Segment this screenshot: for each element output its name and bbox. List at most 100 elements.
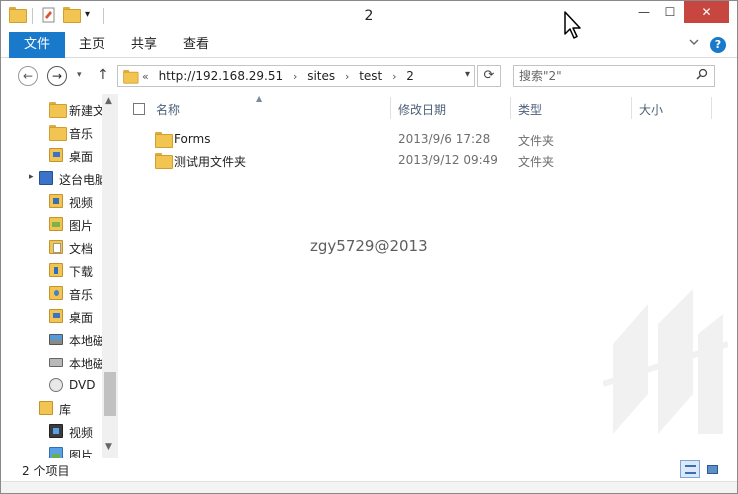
folder-icon: [49, 102, 67, 119]
up-arrow-icon[interactable]: ↑: [97, 67, 109, 83]
sidebar-item[interactable]: ▸ 这台电脑: [1, 167, 107, 190]
file-name: Forms: [174, 132, 211, 146]
table-row[interactable]: Forms 2013/9/6 17:28 文件夹: [118, 129, 737, 149]
sidebar-item[interactable]: 本地磁: [1, 328, 106, 351]
breadcrumb-test[interactable]: test: [359, 69, 382, 83]
file-type: 文件夹: [518, 134, 555, 148]
pic-icon: [49, 217, 63, 234]
details-view-icon: [685, 465, 696, 474]
search-input[interactable]: [519, 68, 689, 84]
sidebar-item-label: DVD: [69, 378, 96, 392]
sidebar-item-label: 桌面: [69, 311, 94, 325]
breadcrumb-host[interactable]: http://192.168.29.51: [159, 69, 284, 83]
minimize-button[interactable]: —: [631, 1, 657, 23]
sidebar-item[interactable]: 图片: [1, 213, 102, 236]
vid2-icon: [49, 424, 63, 441]
sidebar-item[interactable]: 库: [1, 397, 102, 420]
sidebar-item[interactable]: 视频: [1, 190, 102, 213]
navigation-bar: ← → ▾ ↑ « http://192.168.29.51 › sites ›…: [1, 58, 737, 94]
sidebar-item-label: 本地磁: [69, 334, 106, 348]
back-button[interactable]: ←: [18, 66, 38, 86]
status-bar: 2 个项目: [1, 458, 737, 481]
help-icon[interactable]: ?: [710, 37, 726, 53]
sidebar-item-label: 音乐: [69, 288, 94, 302]
sidebar-item-label: 文档: [69, 242, 94, 256]
large-icons-view-button[interactable]: [702, 460, 722, 478]
sidebar-item-label: 新建文: [69, 104, 106, 118]
column-type[interactable]: 类型: [518, 101, 542, 118]
search-box[interactable]: [513, 65, 715, 87]
drive-w-icon: [49, 332, 63, 348]
select-all-checkbox[interactable]: [133, 103, 145, 115]
breadcrumb-sites[interactable]: sites: [307, 69, 335, 83]
scroll-down-icon[interactable]: ▼: [105, 442, 112, 452]
pic2-icon: [49, 447, 63, 458]
close-button[interactable]: ✕: [684, 1, 729, 23]
tab-file[interactable]: 文件: [9, 32, 65, 58]
pc-icon: [39, 171, 53, 188]
maximize-button[interactable]: ☐: [657, 1, 683, 23]
scroll-thumb[interactable]: [104, 372, 116, 416]
chevron-down-icon[interactable]: [688, 36, 700, 51]
column-header: ▲ 名称 修改日期 类型 大小: [118, 94, 737, 122]
tab-view[interactable]: 查看: [173, 32, 219, 58]
breadcrumb-separator[interactable]: ›: [345, 70, 349, 83]
file-type: 文件夹: [518, 155, 555, 169]
sidebar-item[interactable]: DVD: [1, 374, 102, 397]
large-icons-view-icon: [707, 465, 718, 474]
breadcrumb-separator[interactable]: ›: [293, 70, 297, 83]
sidebar-item-label: 桌面: [69, 150, 94, 164]
sidebar-item[interactable]: 桌面: [1, 305, 102, 328]
table-row[interactable]: 测试用文件夹 2013/9/12 09:49 文件夹: [118, 150, 737, 170]
expand-arrow-icon[interactable]: ▸: [29, 172, 34, 182]
address-bar[interactable]: « http://192.168.29.51 › sites › test › …: [117, 65, 475, 87]
nav-scrollbar[interactable]: ▲ ▼: [102, 94, 118, 458]
mouse-cursor-icon: [564, 11, 581, 39]
file-modified: 2013/9/12 09:49: [398, 153, 498, 167]
sidebar-item-label: 这台电脑: [59, 173, 108, 187]
column-modified[interactable]: 修改日期: [398, 101, 446, 118]
refresh-button[interactable]: ⟳: [477, 65, 501, 87]
sidebar-item[interactable]: 文档: [1, 236, 102, 259]
dvd-icon: [49, 378, 63, 395]
details-view-button[interactable]: [680, 460, 700, 478]
tab-home[interactable]: 主页: [69, 32, 115, 58]
recent-locations-icon[interactable]: ▾: [77, 70, 82, 80]
forward-button[interactable]: →: [47, 66, 67, 86]
sidebar-item[interactable]: 本地磁: [1, 351, 106, 374]
sidebar-item[interactable]: 音乐: [1, 121, 102, 144]
watermark-text: zgy5729@2013: [310, 237, 428, 255]
sidebar-item-label: 图片: [69, 219, 94, 233]
scroll-up-icon[interactable]: ▲: [105, 96, 112, 106]
sidebar-item[interactable]: 图片: [1, 443, 102, 458]
file-modified: 2013/9/6 17:28: [398, 132, 491, 146]
sidebar-item[interactable]: 音乐: [1, 282, 102, 305]
sidebar-item[interactable]: 下载: [1, 259, 102, 282]
music-icon: [49, 286, 63, 303]
breadcrumb-separator[interactable]: ›: [392, 70, 396, 83]
sidebar-item[interactable]: 新建文: [1, 98, 106, 121]
folder-icon: [49, 125, 67, 142]
lib-icon: [39, 401, 53, 418]
watermark-logo-icon: [603, 289, 728, 434]
desk-icon: [49, 309, 63, 326]
overflow-chevron[interactable]: «: [142, 70, 149, 83]
column-size[interactable]: 大小: [639, 101, 663, 118]
navigation-pane: 图片 视频库 DVD 本地磁 本地磁 桌面 音乐 下载 文档 图片 视频 ▸ 这台电脑 桌面 音乐 新建文 ▲…: [1, 94, 118, 458]
search-icon[interactable]: [696, 68, 708, 83]
tab-share[interactable]: 共享: [121, 32, 167, 58]
doc-icon: [49, 240, 63, 257]
column-name[interactable]: 名称: [156, 101, 180, 118]
sidebar-item[interactable]: 视频: [1, 420, 102, 443]
breadcrumb-current[interactable]: 2: [406, 69, 414, 83]
sidebar-item[interactable]: 桌面: [1, 144, 102, 167]
item-count: 2 个项目: [22, 464, 70, 478]
sidebar-item-label: 本地磁: [69, 357, 106, 371]
folder-icon: [155, 153, 173, 169]
bottom-strip: [1, 481, 737, 493]
chevron-down-icon[interactable]: ▾: [465, 69, 470, 80]
title-bar: ▾ 2 — ☐ ✕: [1, 1, 737, 32]
sidebar-item-label: 图片: [69, 449, 94, 458]
down-icon: [49, 263, 63, 280]
file-name: 测试用文件夹: [174, 155, 247, 169]
